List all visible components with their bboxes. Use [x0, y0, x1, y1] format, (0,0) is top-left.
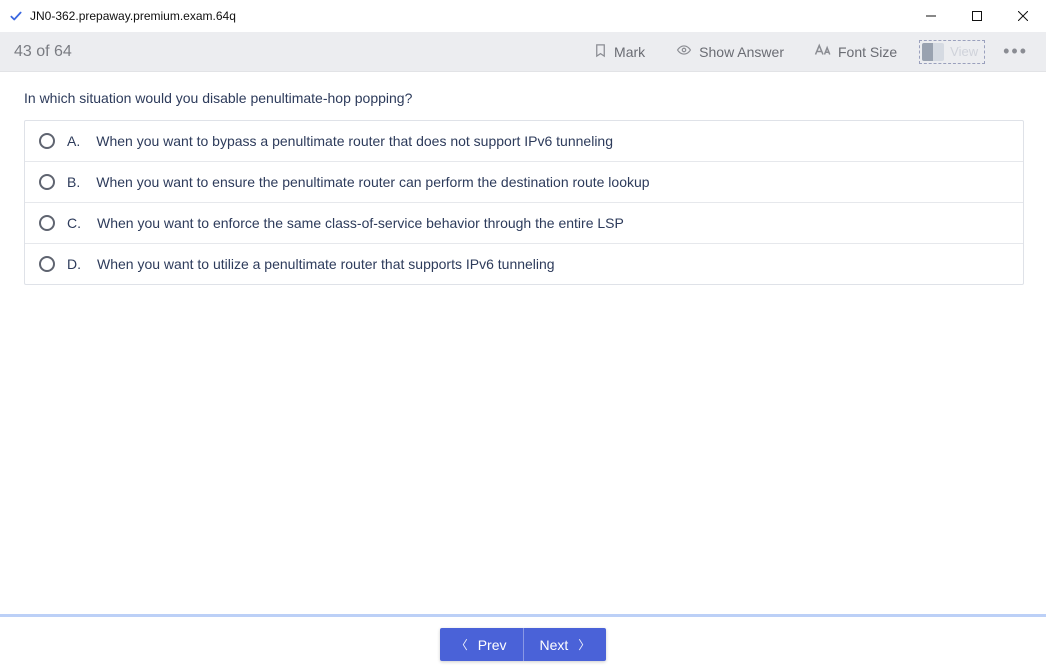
font-size-button[interactable]: Font Size [806, 39, 905, 64]
mark-label: Mark [614, 44, 645, 60]
answer-option[interactable]: C. When you want to enforce the same cla… [25, 203, 1023, 244]
radio-icon [39, 133, 55, 149]
window-title: JN0-362.prepaway.premium.exam.64q [30, 9, 236, 23]
prev-button[interactable]: 〈 Prev [440, 628, 524, 661]
answer-letter: C. [67, 215, 81, 231]
answer-letter: B. [67, 174, 80, 190]
font-size-icon [814, 43, 832, 60]
font-size-label: Font Size [838, 44, 897, 60]
maximize-button[interactable] [954, 0, 1000, 32]
question-counter: 43 of 64 [14, 43, 72, 61]
content-area: In which situation would you disable pen… [0, 72, 1046, 614]
more-button[interactable]: ••• [999, 39, 1032, 64]
answer-letter: D. [67, 256, 81, 272]
chevron-left-icon: 〈 [456, 636, 468, 653]
answer-text: When you want to bypass a penultimate ro… [96, 133, 613, 149]
answer-text: When you want to ensure the penultimate … [96, 174, 649, 190]
window-controls [908, 0, 1046, 32]
next-button[interactable]: Next 〉 [524, 628, 607, 661]
show-answer-button[interactable]: Show Answer [667, 39, 792, 64]
view-label: View [950, 44, 978, 59]
footer-nav: 〈 Prev Next 〉 [0, 614, 1046, 672]
answer-letter: A. [67, 133, 80, 149]
view-layout-icon [922, 43, 944, 61]
chevron-right-icon: 〉 [578, 636, 590, 653]
view-toggle[interactable]: View [919, 40, 985, 64]
prev-label: Prev [478, 637, 507, 653]
answer-text: When you want to utilize a penultimate r… [97, 256, 555, 272]
mark-button[interactable]: Mark [585, 38, 653, 66]
next-label: Next [540, 637, 569, 653]
nav-button-group: 〈 Prev Next 〉 [440, 628, 607, 661]
answer-option[interactable]: A. When you want to bypass a penultimate… [25, 121, 1023, 162]
radio-icon [39, 256, 55, 272]
radio-icon [39, 215, 55, 231]
question-text: In which situation would you disable pen… [24, 90, 1024, 106]
app-icon [8, 8, 24, 24]
radio-icon [39, 174, 55, 190]
answer-option[interactable]: B. When you want to ensure the penultima… [25, 162, 1023, 203]
title-bar: JN0-362.prepaway.premium.exam.64q [0, 0, 1046, 32]
eye-icon [675, 43, 693, 60]
show-answer-label: Show Answer [699, 44, 784, 60]
toolbar: 43 of 64 Mark Show Answer Font Size View… [0, 32, 1046, 72]
answer-option[interactable]: D. When you want to utilize a penultimat… [25, 244, 1023, 284]
minimize-button[interactable] [908, 0, 954, 32]
answers-list: A. When you want to bypass a penultimate… [24, 120, 1024, 285]
ellipsis-icon: ••• [1003, 41, 1028, 61]
bookmark-icon [593, 42, 608, 62]
answer-text: When you want to enforce the same class-… [97, 215, 624, 231]
close-button[interactable] [1000, 0, 1046, 32]
